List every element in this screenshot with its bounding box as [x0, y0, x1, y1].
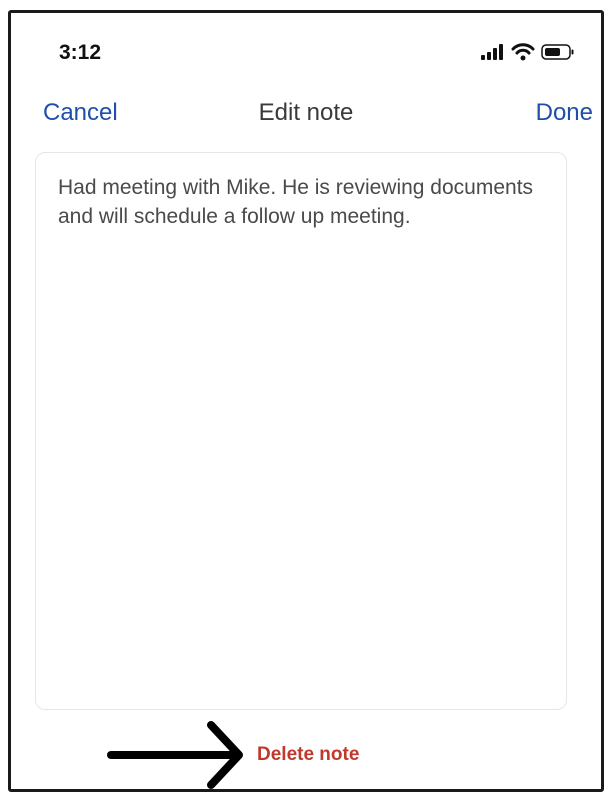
delete-note-button[interactable]: Delete note — [257, 744, 359, 766]
signal-icon — [481, 44, 503, 60]
note-text-area[interactable]: Had meeting with Mike. He is reviewing d… — [35, 152, 567, 710]
status-icons — [481, 43, 575, 61]
phone-screen: 3:12 Cancel Edit note Done Had meeting w… — [8, 10, 604, 792]
status-time: 3:12 — [59, 41, 102, 64]
arrow-right-icon — [107, 721, 243, 789]
wifi-icon — [511, 43, 535, 61]
page-title: Edit note — [258, 99, 354, 126]
done-button[interactable]: Done — [536, 99, 593, 127]
battery-icon — [541, 44, 574, 60]
